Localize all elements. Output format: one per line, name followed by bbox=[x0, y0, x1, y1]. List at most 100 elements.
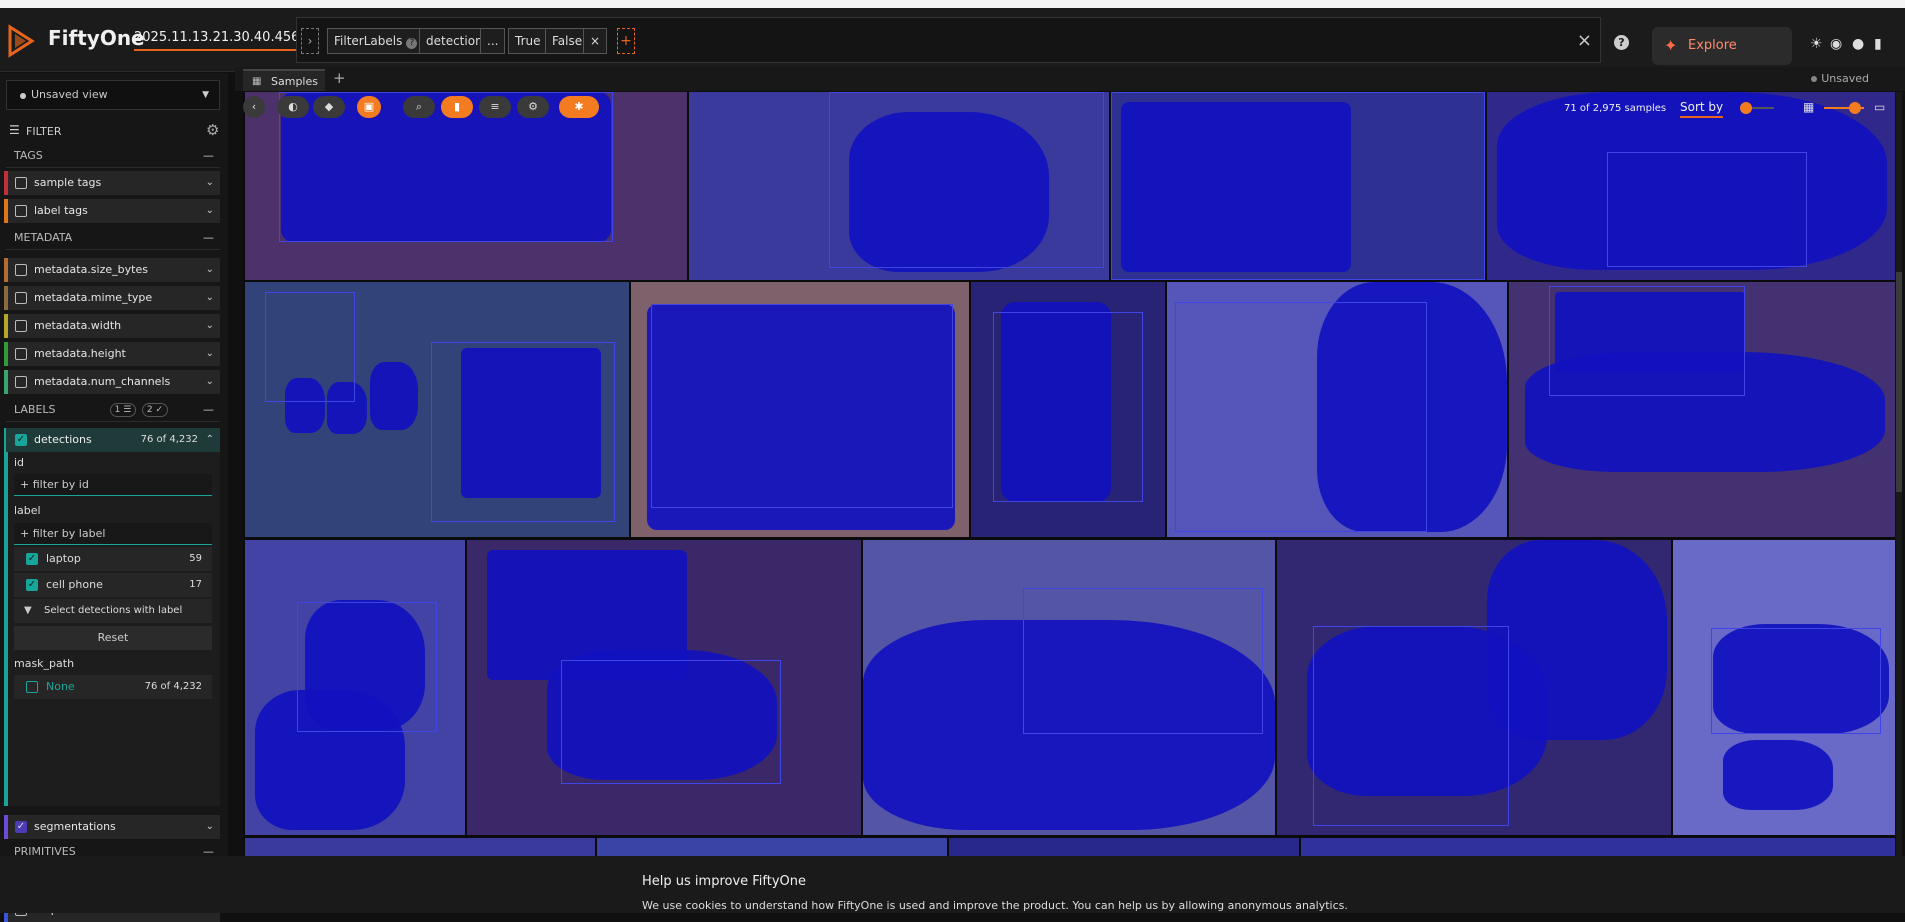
view-bar[interactable]: › FilterLabels? detections ... True Fals… bbox=[296, 17, 1601, 63]
field-checkbox[interactable] bbox=[15, 264, 27, 276]
palette-icon[interactable]: ◐ bbox=[277, 96, 309, 118]
field-sample-tags[interactable]: sample tags ⌄ bbox=[4, 171, 220, 195]
explore-enterprise-button[interactable]: ✦ Explore Enterprise bbox=[1652, 27, 1792, 91]
sample-tile[interactable] bbox=[1167, 282, 1507, 537]
id-filter-input[interactable]: + filter by id bbox=[14, 474, 212, 496]
list-icon[interactable]: ≡ bbox=[479, 96, 511, 118]
value-checkbox[interactable] bbox=[26, 681, 38, 693]
chevron-down-icon[interactable]: ⌄ bbox=[206, 171, 214, 195]
field-metadata-height[interactable]: metadata.height ⌄ bbox=[4, 342, 220, 366]
chevron-down-icon[interactable]: ⌄ bbox=[206, 815, 214, 839]
field-checkbox[interactable] bbox=[15, 205, 27, 217]
sample-tile[interactable] bbox=[631, 282, 969, 537]
sample-tile[interactable] bbox=[689, 92, 1109, 280]
stage-filterlabels[interactable]: FilterLabels? bbox=[327, 28, 425, 54]
stage-param-expr[interactable]: ... bbox=[480, 28, 506, 54]
reset-button[interactable]: Reset bbox=[14, 626, 212, 650]
field-checkbox[interactable] bbox=[15, 376, 27, 388]
sample-tile[interactable] bbox=[1487, 92, 1895, 280]
field-metadata-width[interactable]: metadata.width ⌄ bbox=[4, 314, 220, 338]
settings-icon[interactable]: ⚙ bbox=[517, 96, 549, 118]
zoom-slider[interactable] bbox=[1740, 102, 1774, 114]
chevron-down-icon[interactable]: ⌄ bbox=[206, 314, 214, 338]
field-checkbox-checked[interactable]: ✓ bbox=[15, 821, 27, 833]
collapse-icon[interactable]: — bbox=[203, 226, 214, 250]
sample-tile[interactable] bbox=[467, 540, 861, 835]
filtered-count-badge[interactable]: 1 ☰ bbox=[110, 403, 136, 417]
sample-tile[interactable] bbox=[245, 540, 465, 835]
patches-icon[interactable]: ▣ bbox=[357, 96, 381, 118]
sample-tile[interactable] bbox=[863, 540, 1275, 835]
field-checkbox[interactable] bbox=[15, 177, 27, 189]
sort-by-button[interactable]: Sort by bbox=[1680, 100, 1724, 118]
bookmark-icon[interactable]: ▮ bbox=[441, 96, 473, 118]
section-tags[interactable]: TAGS — bbox=[6, 144, 220, 168]
app-name[interactable]: FiftyOne bbox=[48, 26, 145, 50]
sample-tile[interactable] bbox=[597, 838, 947, 856]
sample-tile[interactable] bbox=[1509, 282, 1895, 537]
sample-tile[interactable] bbox=[949, 838, 1299, 856]
section-metadata[interactable]: METADATA — bbox=[6, 226, 220, 250]
collapse-icon[interactable]: — bbox=[203, 398, 214, 422]
chevron-up-icon[interactable]: ⌃ bbox=[206, 428, 214, 452]
label-filter-input[interactable]: + filter by label bbox=[14, 523, 212, 545]
select-detections-with-label[interactable]: ▼ Select detections with label bbox=[14, 599, 212, 623]
stage-help-icon[interactable]: ? bbox=[406, 38, 418, 49]
docs-icon[interactable]: ▮ bbox=[1874, 36, 1882, 52]
chevron-down-icon[interactable]: ⌄ bbox=[206, 199, 214, 223]
thumbnail-size-slider[interactable] bbox=[1824, 102, 1864, 114]
chevron-down-icon[interactable]: ⌄ bbox=[206, 342, 214, 366]
field-checkbox[interactable] bbox=[15, 292, 27, 304]
label-value-cell-phone[interactable]: ✓ cell phone 17 bbox=[14, 573, 212, 597]
search-icon[interactable]: ⌕ bbox=[403, 96, 435, 118]
fullscreen-icon[interactable]: ▭ bbox=[1874, 100, 1885, 114]
sample-tile[interactable] bbox=[971, 282, 1165, 537]
value-checkbox-checked[interactable]: ✓ bbox=[26, 553, 38, 565]
saved-view-select[interactable]: Unsaved view ▼ bbox=[6, 80, 220, 110]
grid-scrollbar[interactable] bbox=[1896, 92, 1902, 856]
field-segmentations[interactable]: ✓ segmentations ⌄ bbox=[4, 815, 220, 839]
chevron-left-icon[interactable]: ‹ bbox=[243, 96, 265, 118]
label-value-laptop[interactable]: ✓ laptop 59 bbox=[14, 547, 212, 571]
stage-param-only-matches[interactable]: True bbox=[508, 28, 548, 54]
chevron-down-icon[interactable]: ⌄ bbox=[206, 258, 214, 282]
github-icon[interactable]: ● bbox=[1852, 36, 1864, 52]
field-checkbox[interactable] bbox=[15, 348, 27, 360]
sample-tile[interactable] bbox=[245, 92, 687, 280]
discord-icon[interactable]: ◉ bbox=[1830, 36, 1842, 52]
sample-tile[interactable] bbox=[1111, 92, 1485, 280]
operator-icon[interactable]: ✱ bbox=[559, 96, 599, 118]
sample-tile[interactable] bbox=[1277, 540, 1671, 835]
sample-tile[interactable] bbox=[1301, 838, 1895, 856]
slider-knob[interactable] bbox=[1740, 102, 1752, 114]
field-detections[interactable]: ✓ detections 76 of 4,232 ⌃ bbox=[6, 428, 220, 452]
clear-view-icon[interactable]: × bbox=[1577, 30, 1592, 51]
sample-tile[interactable] bbox=[245, 838, 595, 856]
chevron-down-icon[interactable]: ⌄ bbox=[206, 370, 214, 394]
field-label-tags[interactable]: label tags ⌄ bbox=[4, 199, 220, 223]
tag-icon[interactable]: ◆ bbox=[313, 96, 345, 118]
sample-grid[interactable] bbox=[243, 92, 1895, 856]
sample-tile[interactable] bbox=[1673, 540, 1895, 835]
value-checkbox-checked[interactable]: ✓ bbox=[26, 579, 38, 591]
scrollbar-thumb[interactable] bbox=[1896, 272, 1902, 492]
slider-knob[interactable] bbox=[1848, 102, 1861, 114]
view-bar-expand-icon[interactable]: › bbox=[301, 28, 319, 54]
stage-delete-icon[interactable]: × bbox=[583, 28, 608, 54]
visible-count-badge[interactable]: 2 ✓ bbox=[142, 403, 168, 417]
field-metadata-size-bytes[interactable]: metadata.size_bytes ⌄ bbox=[4, 258, 220, 282]
mask-path-none-value[interactable]: None 76 of 4,232 bbox=[14, 675, 212, 699]
theme-sun-icon[interactable]: ☀ bbox=[1810, 36, 1823, 52]
section-labels[interactable]: LABELS 1 ☰ 2 ✓ — bbox=[6, 398, 220, 422]
sample-tile[interactable] bbox=[245, 282, 629, 537]
add-panel-icon[interactable]: + bbox=[333, 69, 346, 87]
collapse-icon[interactable]: — bbox=[203, 144, 214, 168]
tab-samples[interactable]: ▦ Samples bbox=[243, 69, 325, 91]
chevron-down-icon[interactable]: ⌄ bbox=[206, 286, 214, 310]
help-icon[interactable]: ? bbox=[1614, 35, 1629, 50]
field-checkbox-checked[interactable]: ✓ bbox=[15, 434, 27, 446]
grid-layout-icon[interactable]: ▦ bbox=[1803, 100, 1814, 114]
field-checkbox[interactable] bbox=[15, 320, 27, 332]
add-stage-icon[interactable]: + bbox=[617, 28, 635, 54]
field-metadata-num-channels[interactable]: metadata.num_channels ⌄ bbox=[4, 370, 220, 394]
